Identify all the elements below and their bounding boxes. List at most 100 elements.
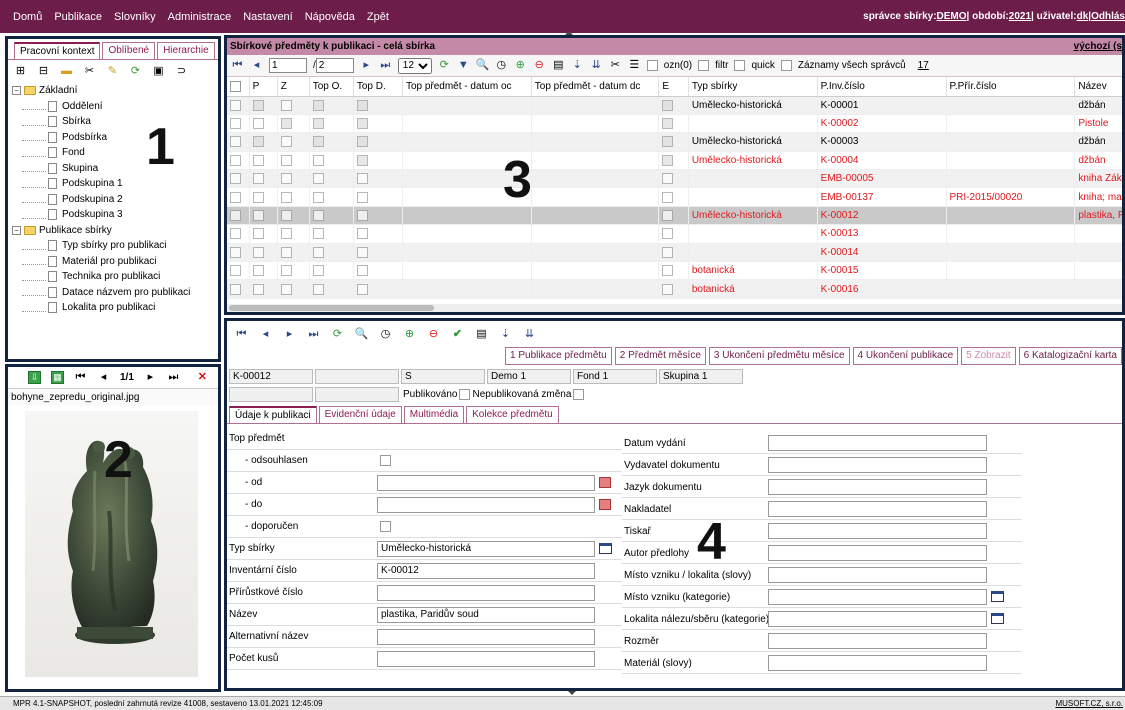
publikovano-checkbox[interactable] bbox=[459, 389, 471, 400]
row-checkbox[interactable] bbox=[356, 173, 368, 185]
sort-asc-icon[interactable]: ⇣ bbox=[499, 328, 512, 341]
row-checkbox[interactable] bbox=[662, 154, 674, 166]
row-checkbox[interactable] bbox=[356, 118, 368, 130]
right-field-input[interactable] bbox=[768, 567, 987, 583]
table-row[interactable]: Umělecko-historická K-00001 džbán bbox=[227, 96, 1122, 115]
row-checkbox[interactable] bbox=[230, 173, 241, 185]
row-checkbox[interactable] bbox=[662, 265, 674, 277]
sort-desc-icon[interactable]: ⇊ bbox=[523, 328, 536, 341]
row-checkbox[interactable] bbox=[230, 265, 241, 277]
zobrazit-button[interactable]: 5 Zobrazit bbox=[961, 347, 1016, 365]
last-icon[interactable]: ⏭ bbox=[167, 371, 180, 384]
nepublikovana-checkbox[interactable] bbox=[573, 389, 585, 400]
right-field-input[interactable] bbox=[768, 479, 987, 495]
confirm-icon[interactable]: ✔ bbox=[451, 328, 464, 341]
row-checkbox[interactable] bbox=[312, 265, 324, 277]
refresh-icon[interactable]: ⟳ bbox=[438, 59, 451, 72]
row-checkbox[interactable] bbox=[312, 154, 324, 166]
horizontal-scrollbar[interactable] bbox=[227, 304, 1122, 312]
katalogizacni-karta-button[interactable]: 6 Katalogizační karta bbox=[1018, 347, 1122, 365]
logout-link[interactable]: Odhlás bbox=[1091, 11, 1125, 22]
table-row[interactable]: Umělecko-historickáK-00012 plastika, Pari… bbox=[227, 206, 1122, 226]
list-picker-icon[interactable] bbox=[599, 543, 612, 554]
remove-icon[interactable]: ⊖ bbox=[533, 59, 546, 72]
tree-item[interactable]: Podskupina 3 bbox=[12, 207, 218, 223]
ozn-checkbox[interactable] bbox=[646, 60, 658, 71]
tree-item[interactable]: Oddělení bbox=[12, 99, 218, 115]
column-header[interactable]: Z bbox=[277, 77, 310, 97]
last-page-icon[interactable]: ⏭ bbox=[379, 59, 392, 72]
tree-item[interactable]: Podsbírka bbox=[12, 130, 218, 146]
tree-item[interactable]: Sbírka bbox=[12, 114, 218, 130]
row-checkbox[interactable] bbox=[312, 228, 324, 240]
record-count[interactable]: 17 bbox=[918, 60, 929, 71]
right-field-input[interactable] bbox=[768, 611, 987, 627]
splitter-handle[interactable] bbox=[568, 691, 576, 695]
row-checkbox[interactable] bbox=[252, 191, 264, 203]
tab-evidencni-udaje[interactable]: Evidenční údaje bbox=[318, 406, 402, 423]
tree-item[interactable]: Datace názvem pro publikaci bbox=[12, 285, 218, 301]
row-checkbox[interactable] bbox=[280, 209, 292, 221]
row-checkbox[interactable] bbox=[230, 228, 241, 240]
menu-domu[interactable]: Domů bbox=[0, 11, 48, 23]
page-input[interactable] bbox=[269, 58, 307, 73]
ukonceni-predmetu-mesice-button[interactable]: 3 Ukončení předmětu měsíce bbox=[708, 347, 850, 365]
table-row[interactable]: botanická K-00016 bbox=[227, 279, 1122, 299]
clock-icon[interactable]: ◷ bbox=[495, 59, 508, 72]
tab-kolekce-predmetu[interactable]: Kolekce předmětu bbox=[466, 406, 559, 423]
row-checkbox[interactable] bbox=[230, 118, 241, 130]
odsouhlasen-checkbox[interactable] bbox=[380, 455, 391, 466]
table-row[interactable]: K-00013 bbox=[227, 224, 1122, 244]
first-page-icon[interactable]: ⏮ bbox=[231, 59, 244, 72]
right-field-input[interactable] bbox=[768, 545, 987, 561]
row-checkbox[interactable] bbox=[356, 154, 368, 166]
tree-item[interactable]: Fond bbox=[12, 145, 218, 161]
row-checkbox[interactable] bbox=[280, 118, 292, 130]
column-header[interactable]: Top O. bbox=[309, 77, 354, 97]
calendar-icon[interactable] bbox=[599, 499, 611, 510]
column-header[interactable]: E bbox=[658, 77, 689, 97]
od-input[interactable] bbox=[377, 475, 595, 491]
sort-desc-icon[interactable]: ⇊ bbox=[590, 59, 603, 72]
tab-pracovni-kontext[interactable]: Pracovní kontext bbox=[14, 42, 101, 59]
row-checkbox[interactable] bbox=[662, 136, 674, 148]
doporucen-checkbox[interactable] bbox=[380, 521, 391, 532]
row-checkbox[interactable] bbox=[280, 228, 292, 240]
row-checkbox[interactable] bbox=[280, 99, 292, 111]
menu-napoveda[interactable]: Nápověda bbox=[299, 11, 361, 23]
row-checkbox[interactable] bbox=[312, 283, 324, 295]
row-checkbox[interactable] bbox=[662, 118, 674, 130]
row-checkbox[interactable] bbox=[252, 283, 264, 295]
row-checkbox[interactable] bbox=[280, 246, 292, 258]
print-icon[interactable]: ▤ bbox=[552, 59, 565, 72]
right-field-input[interactable] bbox=[768, 633, 987, 649]
cut-icon[interactable]: ✂ bbox=[83, 65, 96, 78]
tree-item[interactable]: Materiál pro publikaci bbox=[12, 254, 218, 270]
pocet-input[interactable] bbox=[377, 651, 595, 667]
row-checkbox[interactable] bbox=[356, 283, 368, 295]
column-header[interactable]: Top D. bbox=[353, 77, 403, 97]
prev-page-icon[interactable]: ◂ bbox=[250, 59, 263, 72]
nazev-input[interactable]: plastika, Paridův soud bbox=[377, 607, 595, 623]
alt-input[interactable] bbox=[377, 629, 595, 645]
collapse-icon[interactable]: − bbox=[12, 86, 21, 96]
tab-oblibene[interactable]: Oblíbené bbox=[102, 42, 156, 59]
first-record-icon[interactable]: ⏮ bbox=[235, 328, 248, 341]
add-icon[interactable]: ⊕ bbox=[514, 59, 527, 72]
print-icon[interactable]: ▤ bbox=[475, 328, 488, 341]
next-icon[interactable]: ▸ bbox=[144, 371, 157, 384]
next-page-icon[interactable]: ▸ bbox=[360, 59, 373, 72]
right-field-input[interactable] bbox=[768, 523, 987, 539]
right-field-input[interactable] bbox=[768, 501, 987, 517]
next-record-icon[interactable]: ▸ bbox=[283, 328, 296, 341]
columns-icon[interactable]: ☰ bbox=[628, 59, 641, 72]
view-link[interactable]: výchozí (s bbox=[1074, 41, 1122, 52]
row-checkbox[interactable] bbox=[312, 173, 324, 185]
table-row[interactable]: K-00014 bbox=[227, 243, 1122, 263]
row-checkbox[interactable] bbox=[280, 191, 292, 203]
row-checkbox[interactable] bbox=[662, 209, 674, 221]
column-header[interactable]: Typ sbírky bbox=[688, 77, 818, 97]
filter-icon[interactable]: ▼ bbox=[457, 59, 470, 72]
typ-input[interactable]: Umělecko-historická bbox=[377, 541, 595, 557]
right-field-input[interactable] bbox=[768, 655, 987, 671]
